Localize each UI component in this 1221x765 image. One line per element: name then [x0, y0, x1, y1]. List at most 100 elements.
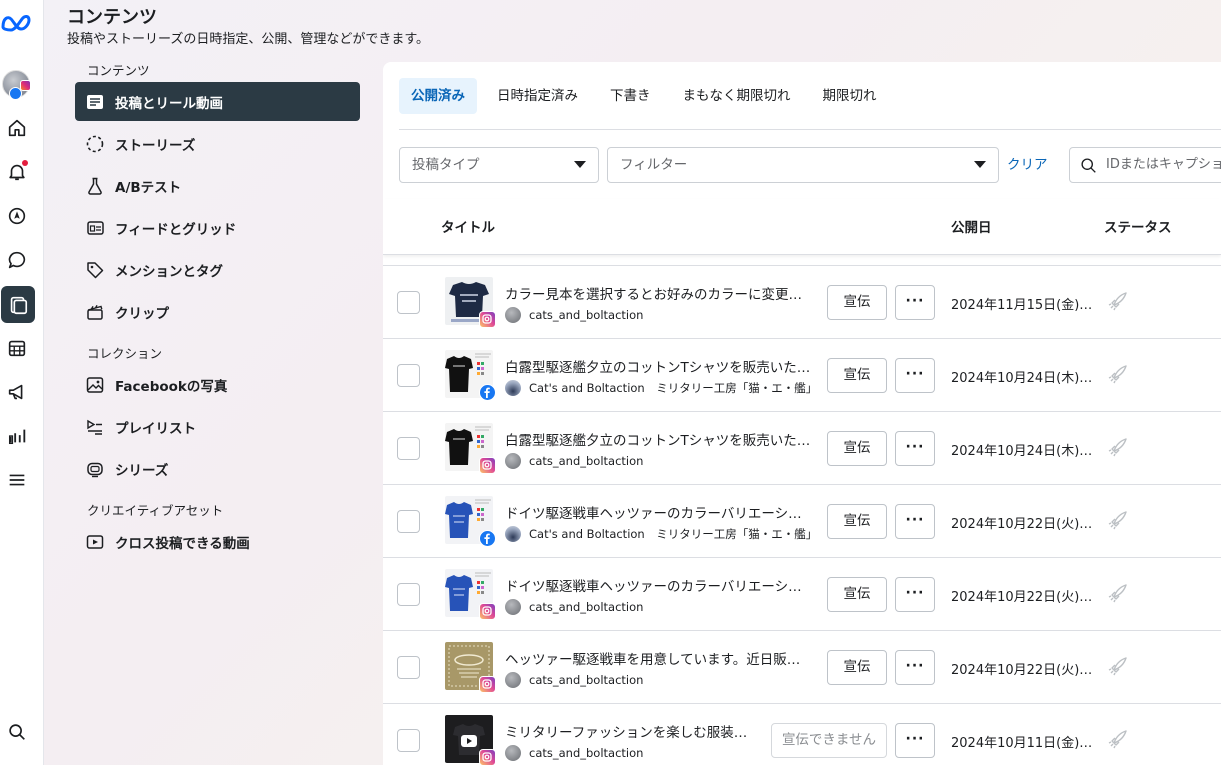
post-type-select-value: 投稿タイプ — [412, 157, 480, 173]
more-options-button[interactable]: ··· — [895, 577, 935, 612]
flask-icon — [85, 176, 105, 196]
row-checkbox[interactable] — [397, 656, 420, 679]
tab-scheduled[interactable]: 日時指定済み — [485, 78, 590, 114]
more-options-button[interactable]: ··· — [895, 504, 935, 539]
sidebar-item-series[interactable]: シリーズ — [75, 449, 360, 488]
row-checkbox[interactable] — [397, 291, 420, 314]
sidebar-item-label: Facebookの写真 — [115, 378, 228, 395]
post-title[interactable]: 白露型駆逐艦夕立のコットンTシャツを販売いた… — [505, 356, 817, 376]
account-avatar[interactable] — [2, 70, 31, 100]
table-row[interactable]: 白露型駆逐艦夕立のコットンTシャツを販売いた… Cat's and Boltac… — [383, 338, 1221, 411]
search-icon — [1081, 158, 1096, 173]
row-checkbox[interactable] — [397, 510, 420, 533]
tab-drafts[interactable]: 下書き — [598, 78, 663, 114]
column-header-status[interactable]: ステータス — [1104, 216, 1172, 236]
sidebar-item-label: メンションとタグ — [115, 263, 223, 280]
table-row[interactable]: ヘッツァー駆逐戦車を用意しています。近日販… cats_and_boltacti… — [383, 630, 1221, 703]
more-options-button[interactable]: ··· — [895, 431, 935, 466]
chat-icon[interactable] — [0, 243, 34, 277]
table-row[interactable]: ミリタリーファッションを楽しむ服装… cats_and_boltaction 宣… — [383, 703, 1221, 765]
account-name: cats_and_boltaction — [529, 454, 644, 468]
search-icon[interactable] — [0, 715, 34, 749]
table-row[interactable]: ドイツ駆逐戦車ヘッツァーのカラーバリエーシ… cats_and_boltacti… — [383, 557, 1221, 630]
boost-rocket-icon[interactable] — [1107, 728, 1129, 750]
more-options-button[interactable]: ··· — [895, 358, 935, 393]
promote-disabled-button[interactable]: 宣伝できません — [771, 723, 887, 758]
promote-button[interactable]: 宣伝 — [827, 504, 887, 539]
promote-button[interactable]: 宣伝 — [827, 358, 887, 393]
instagram-icon — [479, 457, 496, 474]
sidebar-item-posts-reels[interactable]: 投稿とリール動画 — [75, 82, 360, 121]
instagram-icon — [479, 603, 496, 620]
post-title[interactable]: 白露型駆逐艦夕立のコットンTシャツを販売いた… — [505, 429, 817, 449]
story-icon — [85, 134, 105, 154]
facebook-badge-icon — [9, 87, 22, 100]
sidebar-item-mentions-tags[interactable]: メンションとタグ — [75, 250, 360, 289]
publish-date: 2024年10月11日(金)… — [951, 736, 1093, 751]
bell-icon[interactable] — [0, 155, 34, 189]
promote-button[interactable]: 宣伝 — [827, 650, 887, 685]
post-type-select[interactable]: 投稿タイプ — [399, 147, 599, 183]
post-title[interactable]: ドイツ駆逐戦車ヘッツァーのカラーバリエーシ… — [505, 502, 817, 522]
clear-filters-link[interactable]: クリア — [1007, 147, 1048, 183]
filter-select-value: フィルター — [620, 157, 688, 173]
account-name: cats_and_boltaction — [529, 600, 644, 614]
boost-rocket-icon[interactable] — [1107, 363, 1129, 385]
row-checkbox[interactable] — [397, 583, 420, 606]
compass-icon[interactable] — [0, 199, 34, 233]
menu-icon[interactable] — [0, 463, 34, 497]
boost-rocket-icon[interactable] — [1107, 436, 1129, 458]
calendar-icon[interactable] — [0, 331, 34, 365]
tab-published[interactable]: 公開済み — [399, 78, 477, 114]
promote-button[interactable]: 宣伝 — [827, 431, 887, 466]
publish-date: 2024年11月15日(金)… — [951, 298, 1093, 313]
search-input[interactable]: IDまたはキャプション — [1069, 147, 1221, 183]
more-options-button[interactable]: ··· — [895, 723, 935, 758]
boost-rocket-icon[interactable] — [1107, 582, 1129, 604]
post-title[interactable]: ドイツ駆逐戦車ヘッツァーのカラーバリエーシ… — [505, 575, 817, 595]
row-checkbox[interactable] — [397, 364, 420, 387]
photo-icon — [85, 375, 105, 395]
table-row[interactable]: 白露型駆逐艦夕立のコットンTシャツを販売いた… cats_and_boltact… — [383, 411, 1221, 484]
more-options-button[interactable]: ··· — [895, 285, 935, 320]
sidebar-item-feed-grid[interactable]: フィードとグリッド — [75, 208, 360, 247]
sidebar-item-facebook-photos[interactable]: Facebookの写真 — [75, 365, 360, 404]
home-icon[interactable] — [0, 111, 34, 145]
row-checkbox[interactable] — [397, 729, 420, 752]
promote-button[interactable]: 宣伝 — [827, 285, 887, 320]
sidebar-item-clips[interactable]: クリップ — [75, 292, 360, 331]
post-title[interactable]: ヘッツァー駆逐戦車を用意しています。近日販… — [505, 648, 817, 668]
boost-rocket-icon[interactable] — [1107, 290, 1129, 312]
notification-dot — [22, 160, 28, 166]
promote-button[interactable]: 宣伝 — [827, 577, 887, 612]
insights-bar-icon[interactable] — [0, 419, 34, 453]
boost-rocket-icon[interactable] — [1107, 509, 1129, 531]
column-header-published[interactable]: 公開日 — [951, 216, 992, 236]
filter-select[interactable]: フィルター — [607, 147, 999, 183]
row-checkbox[interactable] — [397, 437, 420, 460]
sidebar-item-playlists[interactable]: プレイリスト — [75, 407, 360, 446]
boost-rocket-icon[interactable] — [1107, 655, 1129, 677]
post-account: cats_and_boltaction — [505, 453, 643, 469]
table-row[interactable]: カラー見本を選択するとお好みのカラーに変更… cats_and_boltacti… — [383, 265, 1221, 338]
instagram-icon — [479, 311, 496, 328]
tab-expired[interactable]: 期限切れ — [811, 78, 889, 114]
series-icon — [85, 459, 105, 479]
column-header-title[interactable]: タイトル — [441, 216, 495, 236]
sidebar-item-ab-test[interactable]: A/Bテスト — [75, 166, 360, 205]
megaphone-icon[interactable] — [0, 375, 34, 409]
tab-expiring-soon[interactable]: まもなく期限切れ — [671, 78, 803, 114]
content-icon[interactable] — [1, 286, 35, 323]
post-title[interactable]: カラー見本を選択するとお好みのカラーに変更… — [505, 283, 817, 303]
search-placeholder: IDまたはキャプション — [1106, 157, 1221, 172]
more-options-button[interactable]: ··· — [895, 650, 935, 685]
instagram-icon — [479, 749, 496, 765]
table-row[interactable]: ドイツ駆逐戦車ヘッツァーのカラーバリエーシ… Cat's and Boltact… — [383, 484, 1221, 557]
sidebar-item-crosspost-videos[interactable]: クロス投稿できる動画 — [75, 522, 360, 561]
video-icon — [85, 532, 105, 552]
sidebar-item-stories[interactable]: ストーリーズ — [75, 124, 360, 163]
meta-logo-icon[interactable] — [0, 10, 34, 36]
feed-grid-icon — [85, 218, 105, 238]
account-name: Cat's and Boltaction ミリタリー工房「猫・エ・艦」 — [529, 381, 818, 395]
playlist-icon — [85, 417, 105, 437]
